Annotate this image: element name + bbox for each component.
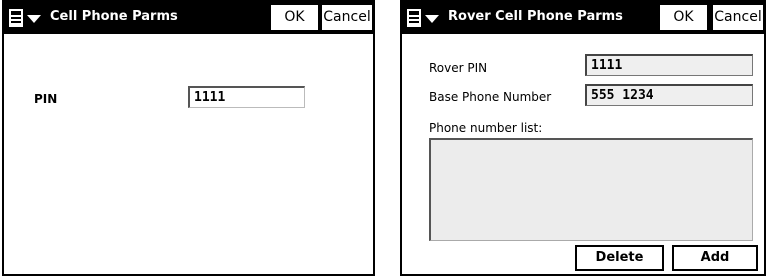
pin-input[interactable]: 1111 bbox=[188, 86, 305, 108]
rover-cell-phone-parms-window: Rover Cell Phone Parms OK Cancel Rover P… bbox=[400, 0, 766, 276]
cancel-button[interactable]: Cancel bbox=[321, 4, 373, 31]
add-button[interactable]: Add bbox=[672, 245, 758, 271]
cancel-button[interactable]: Cancel bbox=[712, 4, 764, 31]
ok-button[interactable]: OK bbox=[270, 4, 319, 31]
pin-label: PIN bbox=[34, 92, 58, 106]
delete-button[interactable]: Delete bbox=[575, 245, 664, 271]
menu-dropdown-icon[interactable] bbox=[7, 6, 47, 30]
window-title: Cell Phone Parms bbox=[50, 9, 178, 24]
title-bar: Rover Cell Phone Parms OK Cancel bbox=[402, 2, 764, 34]
rover-pin-input[interactable]: 1111 bbox=[585, 54, 753, 76]
base-phone-number-input[interactable]: 555 1234 bbox=[585, 84, 753, 106]
window-title: Rover Cell Phone Parms bbox=[448, 9, 623, 24]
ok-button[interactable]: OK bbox=[659, 4, 708, 31]
cell-phone-parms-window: Cell Phone Parms OK Cancel PIN 1111 bbox=[2, 0, 375, 276]
rover-pin-label: Rover PIN bbox=[429, 61, 488, 75]
menu-dropdown-icon[interactable] bbox=[405, 6, 445, 30]
base-phone-number-label: Base Phone Number bbox=[429, 90, 552, 104]
phone-number-list[interactable] bbox=[429, 138, 753, 241]
title-bar: Cell Phone Parms OK Cancel bbox=[4, 2, 373, 34]
phone-number-list-label: Phone number list: bbox=[429, 121, 543, 135]
